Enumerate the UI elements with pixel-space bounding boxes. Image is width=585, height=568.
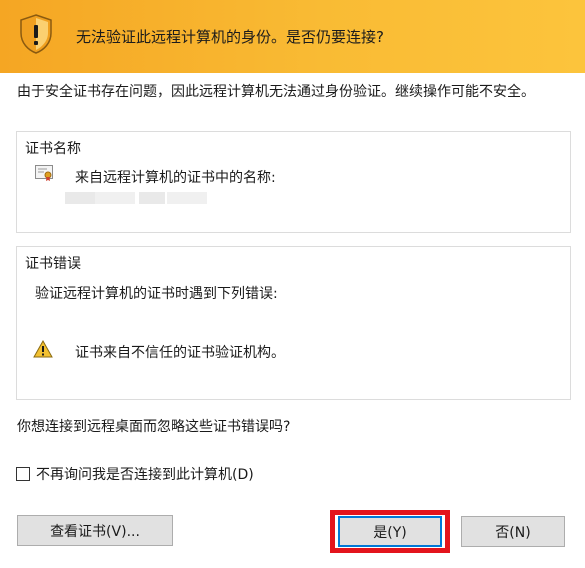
certificate-icon bbox=[35, 165, 53, 181]
dialog-title: 无法验证此远程计算机的身份。是否仍要连接? bbox=[76, 28, 384, 46]
checkbox-box[interactable] bbox=[16, 467, 30, 481]
error-item: 证书来自不信任的证书验证机构。 bbox=[75, 345, 285, 361]
no-button[interactable]: 否(N) bbox=[461, 516, 565, 547]
redacted-name bbox=[167, 192, 207, 204]
question-text: 你想连接到远程桌面而忽略这些证书错误吗? bbox=[17, 419, 291, 435]
highlight-box bbox=[330, 510, 450, 553]
view-certificate-button[interactable]: 查看证书(V)... bbox=[17, 515, 173, 546]
group-title: 证书错误 bbox=[25, 256, 81, 272]
group-title: 证书名称 bbox=[25, 141, 81, 157]
shield-warning-icon bbox=[20, 14, 52, 54]
certificate-errors-group: 证书错误 验证远程计算机的证书时遇到下列错误: 证书来自不信任的证书验证机构。 bbox=[16, 246, 571, 400]
redacted-name bbox=[65, 192, 95, 204]
redacted-name bbox=[95, 192, 135, 204]
certificate-name-label: 来自远程计算机的证书中的名称: bbox=[75, 170, 276, 186]
intro-text: 由于安全证书存在问题，因此远程计算机无法通过身份验证。继续操作可能不安全。 bbox=[17, 84, 535, 100]
redacted-name bbox=[139, 192, 165, 204]
certificate-name-group: 证书名称 来自远程计算机的证书中的名称: bbox=[16, 131, 571, 233]
warning-icon bbox=[33, 340, 53, 358]
dialog-header: 无法验证此远程计算机的身份。是否仍要连接? bbox=[0, 0, 585, 73]
errors-label: 验证远程计算机的证书时遇到下列错误: bbox=[35, 286, 278, 302]
dont-ask-checkbox[interactable]: 不再询问我是否连接到此计算机(D) bbox=[16, 464, 254, 484]
checkbox-label[interactable]: 不再询问我是否连接到此计算机(D) bbox=[36, 464, 254, 484]
